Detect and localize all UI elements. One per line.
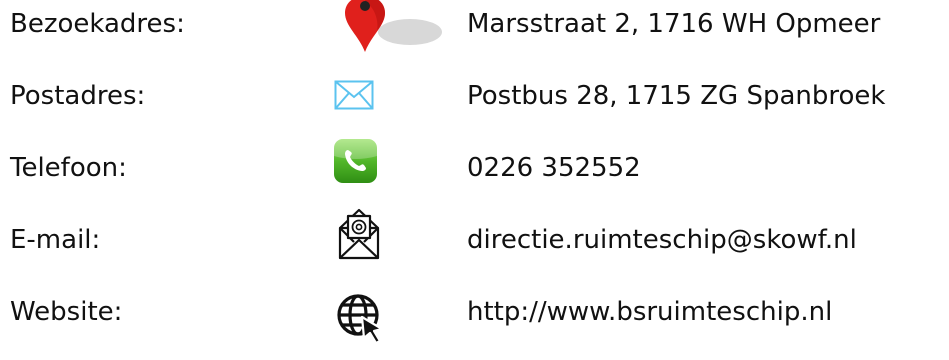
- map-pin-icon: [345, 0, 442, 52]
- envelope-icon: [334, 80, 374, 110]
- website-label: Website:: [10, 297, 123, 327]
- email-value[interactable]: directie.ruimteschip@skowf.nl: [467, 227, 857, 253]
- contact-row-email: E-mail: directie.ruimteschip@skowf.nl: [0, 208, 949, 288]
- email-label: E-mail:: [10, 225, 101, 255]
- email-at-icon: [338, 208, 380, 260]
- postal-address-value: Postbus 28, 1715 ZG Spanbroek: [467, 81, 886, 111]
- contact-row-postal-address: Postadres: Postbus 28, 1715 ZG Spanbroek: [0, 72, 949, 144]
- contact-row-website: Website: http://www.bsruimteschip.nl: [0, 288, 949, 360]
- phone-value: 0226 352552: [467, 153, 641, 183]
- visit-address-label: Bezoekadres:: [10, 9, 185, 39]
- globe-cursor-icon: [337, 294, 384, 345]
- postal-address-label: Postadres:: [10, 81, 146, 111]
- visit-address-value: Marsstraat 2, 1716 WH Opmeer: [467, 9, 881, 39]
- phone-icon: [334, 139, 377, 183]
- contact-row-visit-address: Bezoekadres: Marsstraat 2, 1716 WH Opmee…: [0, 0, 949, 72]
- website-value[interactable]: http://www.bsruimteschip.nl: [467, 299, 832, 325]
- phone-label: Telefoon:: [10, 153, 127, 183]
- contact-row-phone: Telefoon: 0226 352552: [0, 139, 949, 216]
